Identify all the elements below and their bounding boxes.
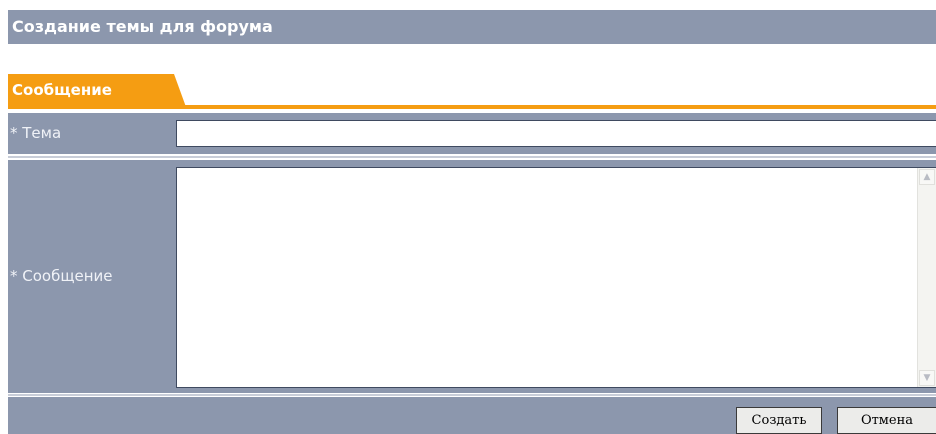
create-button[interactable]: Создать (736, 407, 822, 434)
message-textarea[interactable]: ▲ ▼ (176, 167, 936, 388)
scroll-down-icon[interactable]: ▼ (919, 370, 935, 386)
message-row: * Сообщение ▲ ▼ (8, 160, 936, 393)
form-footer: Создать Отмена (8, 397, 936, 434)
subject-input[interactable] (176, 120, 936, 147)
tab-message[interactable]: Сообщение (8, 74, 186, 107)
cancel-button[interactable]: Отмена (837, 407, 936, 434)
subject-row: * Тема (8, 113, 936, 154)
textarea-scrollbar[interactable]: ▲ ▼ (917, 168, 936, 387)
row-divider (8, 156, 936, 158)
page-title: Создание темы для форума (8, 10, 936, 44)
subject-label: * Тема (10, 124, 62, 142)
row-divider (8, 394, 936, 396)
scroll-up-icon[interactable]: ▲ (919, 169, 935, 185)
message-label: * Сообщение (10, 267, 113, 285)
